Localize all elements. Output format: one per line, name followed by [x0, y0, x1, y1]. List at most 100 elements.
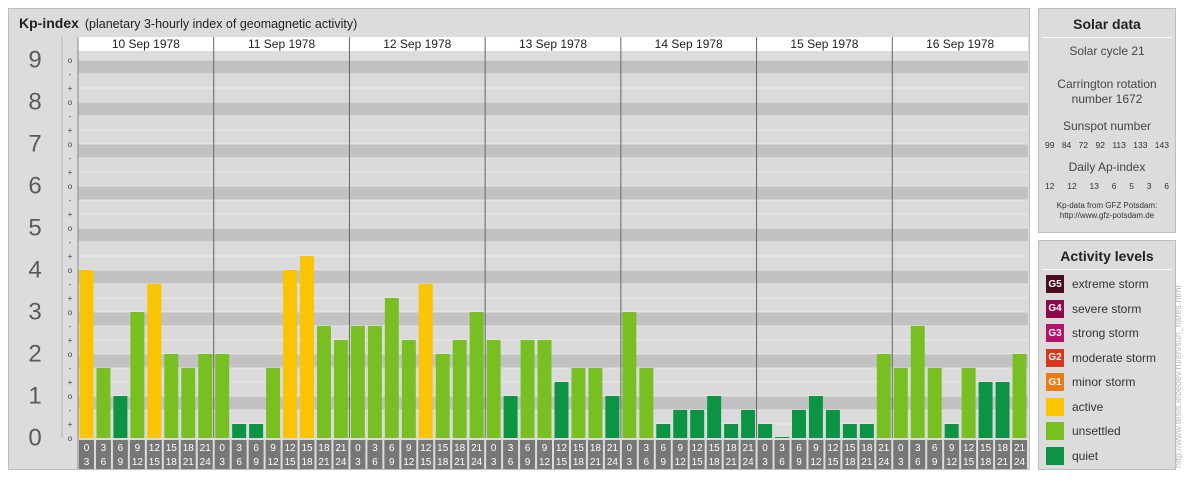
kp-bar: [554, 382, 569, 438]
hour-end-label: 18: [709, 457, 721, 468]
hour-end-label: 3: [762, 457, 768, 468]
y-minor-label: +: [68, 294, 73, 303]
level-label: extreme storm: [1072, 277, 1149, 291]
hour-start-label: 3: [508, 443, 514, 454]
hour-start-label: 18: [726, 443, 738, 454]
band-dark: [78, 60, 1028, 74]
hour-start-label: 18: [454, 443, 466, 454]
sunspot-value: 72: [1078, 140, 1089, 150]
hour-start-label: 12: [420, 443, 432, 454]
hour-start-label: 0: [491, 443, 497, 454]
hour-start-label: 0: [762, 443, 768, 454]
hour-end-label: 24: [335, 457, 347, 468]
hour-start-label: 3: [915, 443, 921, 454]
hour-end-label: 24: [743, 457, 755, 468]
kp-bar: [266, 367, 281, 438]
band-dark: [78, 228, 1028, 242]
hour-end-label: 18: [437, 457, 449, 468]
hour-start-label: 18: [590, 443, 602, 454]
hour-end-label: 18: [573, 457, 585, 468]
band-dark: [78, 102, 1028, 116]
hour-start-label: 9: [677, 443, 683, 454]
kp-bar: [520, 340, 535, 438]
hour-start-label: 15: [437, 443, 449, 454]
kp-chart-panel: Kp-index (planetary 3-hourly index of geo…: [8, 8, 1030, 470]
y-minor-label: -: [69, 196, 72, 205]
ap-value: 12: [1067, 181, 1077, 191]
hour-end-label: 3: [355, 457, 361, 468]
hour-start-label: 9: [813, 443, 819, 454]
hour-end-label: 24: [471, 457, 483, 468]
y-tick-label: 3: [28, 298, 41, 325]
hour-end-label: 12: [268, 457, 280, 468]
sunspot-value: 143: [1154, 140, 1169, 150]
hour-start-label: 15: [980, 443, 992, 454]
y-minor-label: +: [68, 378, 73, 387]
ap-value: 5: [1129, 181, 1134, 191]
ap-value: 13: [1089, 181, 1099, 191]
hour-start-label: 21: [335, 443, 347, 454]
sunspot-label: Sunspot number: [1062, 119, 1152, 133]
hour-start-label: 3: [236, 443, 242, 454]
y-tick-label: 0: [28, 424, 41, 451]
day-label: 10 Sep 1978: [112, 37, 180, 51]
level-extreme-storm: G5 extreme storm: [1046, 275, 1149, 293]
hour-start-label: 3: [644, 443, 650, 454]
day-label: 14 Sep 1978: [655, 37, 723, 51]
y-tick-label: 5: [28, 214, 41, 241]
hour-start-label: 12: [692, 443, 704, 454]
hour-end-label: 3: [491, 457, 497, 468]
kp-bar: [893, 367, 908, 438]
hour-start-label: 9: [542, 443, 548, 454]
kp-bar: [571, 367, 586, 438]
hour-start-label: 0: [355, 443, 361, 454]
kp-bar: [808, 396, 823, 438]
level-label: active: [1072, 399, 1104, 414]
hour-start-label: 9: [949, 443, 955, 454]
y-minor-label: o: [68, 98, 73, 107]
y-minor-label: -: [69, 70, 72, 79]
ap-value: 3: [1146, 181, 1152, 191]
hour-start-label: 18: [183, 443, 195, 454]
gfz-credit: Kp-data from GFZ Potsdam: http://www.gfz…: [1039, 201, 1175, 221]
hour-start-label: 18: [861, 443, 873, 454]
hour-start-label: 0: [219, 443, 225, 454]
kp-bar-chart: 0123456789o+-o+-o+-o+-o+-o+-o+-o+-o+-o10…: [28, 37, 1028, 469]
hour-end-label: 15: [692, 457, 704, 468]
level-unsettled: unsettled: [1046, 422, 1121, 440]
hour-end-label: 24: [1014, 457, 1026, 468]
hour-end-label: 12: [810, 457, 822, 468]
y-minor-label: -: [69, 238, 72, 247]
hour-start-label: 15: [166, 443, 178, 454]
y-minor-label: o: [68, 224, 73, 233]
kp-bar: [232, 424, 247, 438]
hour-start-label: 0: [84, 443, 90, 454]
hour-end-label: 12: [539, 457, 551, 468]
hour-end-label: 6: [101, 457, 107, 468]
level-swatch: G2: [1046, 348, 1064, 367]
y-tick-label: 7: [28, 130, 41, 157]
sunspot-value: 84: [1061, 140, 1072, 150]
hour-end-label: 18: [301, 457, 313, 468]
kp-bar: [775, 437, 789, 438]
solar-data-panel: Solar data Solar cycle 21 Carrington rot…: [1038, 8, 1176, 233]
hour-end-label: 9: [932, 457, 938, 468]
band-dark: [78, 186, 1028, 200]
hour-end-label: 6: [915, 457, 921, 468]
hour-start-label: 21: [471, 443, 483, 454]
hour-start-label: 3: [372, 443, 378, 454]
hour-end-label: 6: [779, 457, 785, 468]
hour-start-label: 12: [149, 443, 161, 454]
ap-value: 6: [1164, 181, 1169, 191]
hour-start-label: 3: [779, 443, 785, 454]
ap-label: Daily Ap-index: [1068, 160, 1146, 174]
kp-bar: [724, 424, 739, 438]
kp-bar: [741, 409, 756, 438]
sunspot-value: 99: [1045, 140, 1055, 150]
band-dark: [78, 270, 1028, 284]
day-label: 16 Sep 1978: [926, 37, 994, 51]
hour-end-label: 15: [963, 457, 975, 468]
y-tick-label: 8: [28, 88, 41, 115]
hour-start-label: 15: [573, 443, 585, 454]
hour-start-label: 21: [1014, 443, 1026, 454]
